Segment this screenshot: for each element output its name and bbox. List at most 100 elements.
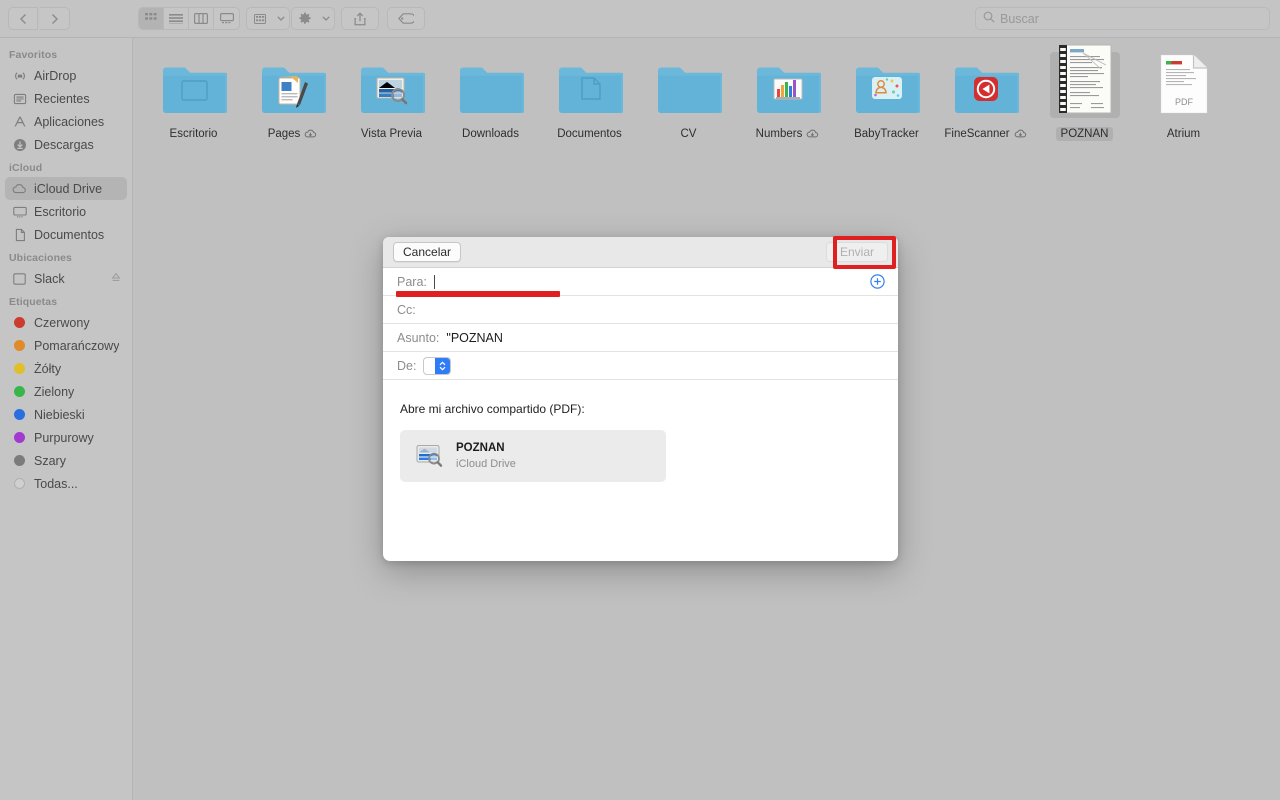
sidebar-item-recientes[interactable]: Recientes	[5, 87, 127, 110]
file-label[interactable]: Documentos	[552, 127, 627, 141]
tag-dot-icon	[12, 430, 27, 445]
tags-button[interactable]	[387, 7, 425, 30]
file-label[interactable]: Downloads	[457, 127, 524, 141]
file-label-text: POZNAN	[1060, 128, 1109, 140]
file-label[interactable]: Atrium	[1162, 127, 1205, 141]
view-mode-segmented-control[interactable]	[138, 7, 240, 30]
from-account-popup[interactable]	[423, 356, 452, 375]
field-row-to[interactable]: Para:	[383, 268, 898, 296]
file-label-text: Pages	[267, 128, 301, 140]
sidebar-item-label: Descargas	[34, 137, 94, 152]
sidebar-item-ty[interactable]: Żółty	[5, 357, 127, 380]
group-by-control[interactable]	[246, 7, 290, 30]
sidebar-item-szary[interactable]: Szary	[5, 449, 127, 472]
forward-button[interactable]	[40, 7, 70, 30]
eject-icon[interactable]	[111, 272, 121, 285]
sidebar-item-slack[interactable]: Slack	[5, 267, 127, 290]
mail-body[interactable]: Abre mi archivo compartido (PDF): POZNAN…	[383, 380, 898, 482]
file-item[interactable]: Vista Previa	[342, 46, 441, 141]
mail-share-sheet: Cancelar Enviar Para: Cc: Asunto: "POZNA…	[383, 237, 898, 561]
subject-label: Asunto:	[397, 330, 440, 345]
tag-color-dot	[14, 386, 25, 397]
stepper-chevrons-icon	[435, 357, 451, 374]
applications-icon	[12, 114, 27, 129]
file-item[interactable]: POZNAN	[1035, 44, 1134, 141]
cancel-button[interactable]: Cancelar	[393, 242, 462, 262]
folder-icon	[653, 52, 725, 118]
folder-icon	[752, 52, 824, 118]
tag-color-dot	[14, 317, 25, 328]
sidebar-item-niebieski[interactable]: Niebieski	[5, 403, 127, 426]
field-row-cc[interactable]: Cc:	[383, 296, 898, 324]
file-item[interactable]: FineScanner	[936, 46, 1035, 141]
field-row-from[interactable]: De:	[383, 352, 898, 380]
tag-color-dot	[14, 455, 25, 466]
sidebar-item-zielony[interactable]: Zielony	[5, 380, 127, 403]
file-label[interactable]: FineScanner	[939, 127, 1031, 141]
sidebar-item-descargas[interactable]: Descargas	[5, 133, 127, 156]
sidebar-item-label: AirDrop	[34, 68, 77, 83]
sidebar-item-label: Recientes	[34, 91, 90, 106]
sidebar-item-aplicaciones[interactable]: Aplicaciones	[5, 110, 127, 133]
sidebar-item-czerwony[interactable]: Czerwony	[5, 311, 127, 334]
documents-icon	[12, 227, 27, 242]
folder-icon	[455, 52, 527, 118]
file-item[interactable]: Pages	[243, 46, 342, 141]
file-item[interactable]: Downloads	[441, 46, 540, 141]
field-row-subject[interactable]: Asunto: "POZNAN	[383, 324, 898, 352]
file-label[interactable]: Numbers	[751, 127, 825, 141]
tag-dot-icon	[12, 361, 27, 376]
sidebar-item-todas[interactable]: Todas...	[5, 472, 127, 495]
sidebar-item-airdrop[interactable]: AirDrop	[5, 64, 127, 87]
list-view-button[interactable]	[164, 8, 189, 29]
file-label[interactable]: POZNAN	[1055, 127, 1114, 141]
share-button[interactable]	[341, 7, 379, 30]
file-label[interactable]: BabyTracker	[849, 127, 924, 141]
file-label[interactable]: Vista Previa	[356, 127, 427, 141]
file-label[interactable]: Pages	[263, 127, 323, 141]
sidebar-item-escritorio[interactable]: Escritorio	[5, 200, 127, 223]
search-field[interactable]: Buscar	[975, 7, 1270, 30]
svg-text:PDF: PDF	[1175, 97, 1194, 107]
sidebar-item-label: Niebieski	[34, 407, 85, 422]
folder-icon	[950, 52, 1022, 118]
file-label[interactable]: CV	[676, 127, 702, 141]
file-item[interactable]: BabyTracker	[837, 46, 936, 141]
tag-color-dot-hollow	[14, 478, 25, 489]
folder-icon	[356, 52, 428, 118]
pdf-file-icon: PDF	[1156, 52, 1212, 118]
sidebar-item-label: Szary	[34, 453, 66, 468]
file-item[interactable]: CV	[639, 46, 738, 141]
file-item[interactable]: Escritorio	[144, 46, 243, 141]
sidebar-section-header: Ubicaciones	[9, 252, 72, 264]
action-menu-control[interactable]	[291, 7, 335, 30]
file-thumbnail	[458, 55, 524, 115]
sidebar-item-purpurowy[interactable]: Purpurowy	[5, 426, 127, 449]
airdrop-icon	[12, 68, 27, 83]
sheet-titlebar: Cancelar Enviar	[383, 237, 898, 268]
folder-icon	[158, 52, 230, 118]
navigation-buttons	[8, 7, 70, 30]
back-button[interactable]	[8, 7, 38, 30]
file-thumbnail	[755, 55, 821, 115]
plus-circle-icon[interactable]	[870, 274, 885, 289]
file-label[interactable]: Escritorio	[165, 127, 223, 141]
attachment-chip[interactable]: POZNAN iCloud Drive	[400, 430, 666, 482]
file-item[interactable]: Documentos	[540, 46, 639, 141]
column-view-button[interactable]	[189, 8, 214, 29]
file-item[interactable]: Numbers	[738, 46, 837, 141]
tag-dot-icon	[12, 338, 27, 353]
sidebar-item-icloud-drive[interactable]: iCloud Drive	[5, 177, 127, 200]
icon-view-button[interactable]	[139, 8, 164, 29]
cloud-icon	[12, 181, 27, 196]
file-thumbnail	[656, 55, 722, 115]
sidebar-item-pomara-czowy[interactable]: Pomarańczowy	[5, 334, 127, 357]
file-thumbnail: PDF	[1159, 53, 1209, 115]
recents-icon	[12, 91, 27, 106]
gallery-view-button[interactable]	[214, 8, 239, 29]
sidebar-item-documentos[interactable]: Documentos	[5, 223, 127, 246]
file-thumbnail	[1053, 44, 1117, 115]
file-item[interactable]: PDF Atrium	[1134, 46, 1233, 141]
send-button[interactable]: Enviar	[825, 242, 888, 262]
screen: Buscar Favoritos AirDrop Recientes Aplicaci…	[0, 0, 1280, 800]
